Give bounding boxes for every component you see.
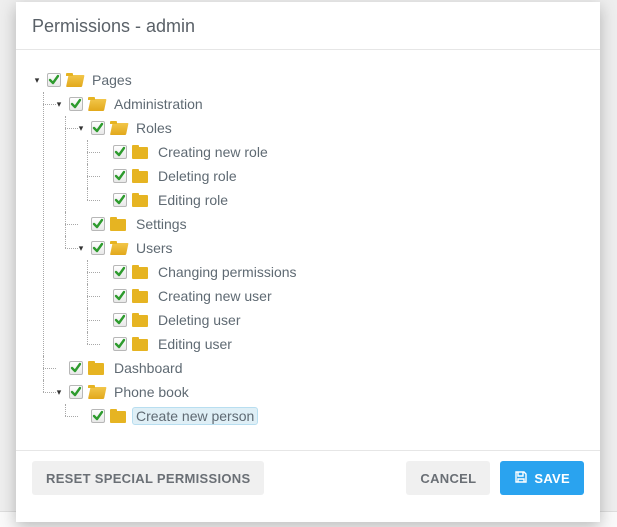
tree-row[interactable]: Creating new role xyxy=(98,140,584,164)
tree-label[interactable]: Administration xyxy=(110,95,207,113)
tree-row-settings[interactable]: Settings xyxy=(76,212,584,236)
tree-label[interactable]: Creating new user xyxy=(154,287,276,305)
tree-label[interactable]: Phone book xyxy=(110,383,193,401)
tree-label[interactable]: Deleting user xyxy=(154,311,245,329)
reset-special-permissions-button[interactable]: RESET SPECIAL PERMISSIONS xyxy=(32,461,264,495)
tree-label[interactable]: Users xyxy=(132,239,177,257)
modal-title: Permissions - admin xyxy=(32,16,195,36)
tree-node-users: ▾ Users xyxy=(76,236,584,356)
expand-toggle-icon[interactable]: ▾ xyxy=(32,75,42,85)
tree-label[interactable]: Editing role xyxy=(154,191,232,209)
tree-label[interactable]: Editing user xyxy=(154,335,236,353)
expand-toggle-icon[interactable]: ▾ xyxy=(54,99,64,109)
tree-label[interactable]: Changing permissions xyxy=(154,263,301,281)
tree-row[interactable]: Changing permissions xyxy=(98,260,584,284)
tree-row-administration[interactable]: ▾ Administration xyxy=(54,92,584,116)
checkbox-settings[interactable] xyxy=(91,217,105,231)
tree-row[interactable]: Creating new user xyxy=(98,284,584,308)
tree-label[interactable]: Roles xyxy=(132,119,176,137)
tree-node-roles: ▾ Roles xyxy=(76,116,584,212)
checkbox[interactable] xyxy=(113,193,127,207)
button-label: SAVE xyxy=(534,471,570,486)
tree-node-editing-user: Editing user xyxy=(98,332,584,356)
button-label: CANCEL xyxy=(420,471,476,486)
checkbox[interactable] xyxy=(91,409,105,423)
tree-row[interactable]: Create new person xyxy=(76,404,584,428)
tree-row[interactable]: Editing role xyxy=(98,188,584,212)
cancel-button[interactable]: CANCEL xyxy=(406,461,490,495)
tree-node-editing-role: Editing role xyxy=(98,188,584,212)
tree-row-roles[interactable]: ▾ Roles xyxy=(76,116,584,140)
folder-open-icon xyxy=(88,97,104,111)
tree-label[interactable]: Settings xyxy=(132,215,191,233)
save-button[interactable]: SAVE xyxy=(500,461,584,495)
folder-open-icon xyxy=(110,241,126,255)
tree-node-administration: ▾ Administration ▾ xyxy=(54,92,584,356)
tree-node-pages: ▾ Pages ▾ A xyxy=(32,68,584,428)
tree-node-phone-book: ▾ Phone book xyxy=(54,380,584,428)
tree-node-creating-new-user: Creating new user xyxy=(98,284,584,308)
expand-toggle-icon[interactable]: ▾ xyxy=(76,243,86,253)
checkbox-users[interactable] xyxy=(91,241,105,255)
tree-node-deleting-role: Deleting role xyxy=(98,164,584,188)
checkbox-dashboard[interactable] xyxy=(69,361,83,375)
tree-label[interactable]: Dashboard xyxy=(110,359,187,377)
folder-icon xyxy=(132,265,148,279)
folder-open-icon xyxy=(88,385,104,399)
checkbox-phone-book[interactable] xyxy=(69,385,83,399)
modal-header: Permissions - admin xyxy=(16,2,600,50)
folder-icon xyxy=(132,145,148,159)
tree-node-deleting-user: Deleting user xyxy=(98,308,584,332)
modal-footer: RESET SPECIAL PERMISSIONS CANCEL SAVE xyxy=(16,450,600,505)
permissions-modal: Permissions - admin ▾ Pages ▾ xyxy=(16,2,600,522)
expand-toggle-icon[interactable]: ▾ xyxy=(54,387,64,397)
tree-label[interactable]: Pages xyxy=(88,71,136,89)
checkbox[interactable] xyxy=(113,169,127,183)
tree-row[interactable]: Editing user xyxy=(98,332,584,356)
button-label: RESET SPECIAL PERMISSIONS xyxy=(46,471,250,486)
folder-icon xyxy=(110,409,126,423)
folder-open-icon xyxy=(66,73,82,87)
checkbox-administration[interactable] xyxy=(69,97,83,111)
tree-row-dashboard[interactable]: Dashboard xyxy=(54,356,584,380)
modal-body: ▾ Pages ▾ A xyxy=(16,50,600,450)
tree-row-phone-book[interactable]: ▾ Phone book xyxy=(54,380,584,404)
checkbox[interactable] xyxy=(113,337,127,351)
checkbox[interactable] xyxy=(113,289,127,303)
checkbox-roles[interactable] xyxy=(91,121,105,135)
checkbox[interactable] xyxy=(113,145,127,159)
tree-label[interactable]: Deleting role xyxy=(154,167,241,185)
tree-row[interactable]: Deleting user xyxy=(98,308,584,332)
folder-open-icon xyxy=(110,121,126,135)
tree-label-selected[interactable]: Create new person xyxy=(132,407,258,425)
tree-node-settings: Settings xyxy=(76,212,584,236)
checkbox[interactable] xyxy=(113,265,127,279)
folder-icon xyxy=(110,217,126,231)
permissions-tree: ▾ Pages ▾ A xyxy=(32,68,584,428)
checkbox[interactable] xyxy=(113,313,127,327)
tree-node-dashboard: Dashboard xyxy=(54,356,584,380)
tree-row-pages[interactable]: ▾ Pages xyxy=(32,68,584,92)
folder-icon xyxy=(132,193,148,207)
folder-icon xyxy=(88,361,104,375)
save-icon xyxy=(514,470,528,487)
tree-row[interactable]: Deleting role xyxy=(98,164,584,188)
folder-icon xyxy=(132,313,148,327)
checkbox-pages[interactable] xyxy=(47,73,61,87)
folder-icon xyxy=(132,289,148,303)
tree-label[interactable]: Creating new role xyxy=(154,143,272,161)
tree-node-create-new-person: Create new person xyxy=(76,404,584,428)
folder-icon xyxy=(132,169,148,183)
tree-node-changing-permissions: Changing permissions xyxy=(98,260,584,284)
expand-toggle-icon[interactable]: ▾ xyxy=(76,123,86,133)
tree-node-creating-new-role: Creating new role xyxy=(98,140,584,164)
folder-icon xyxy=(132,337,148,351)
tree-row-users[interactable]: ▾ Users xyxy=(76,236,584,260)
